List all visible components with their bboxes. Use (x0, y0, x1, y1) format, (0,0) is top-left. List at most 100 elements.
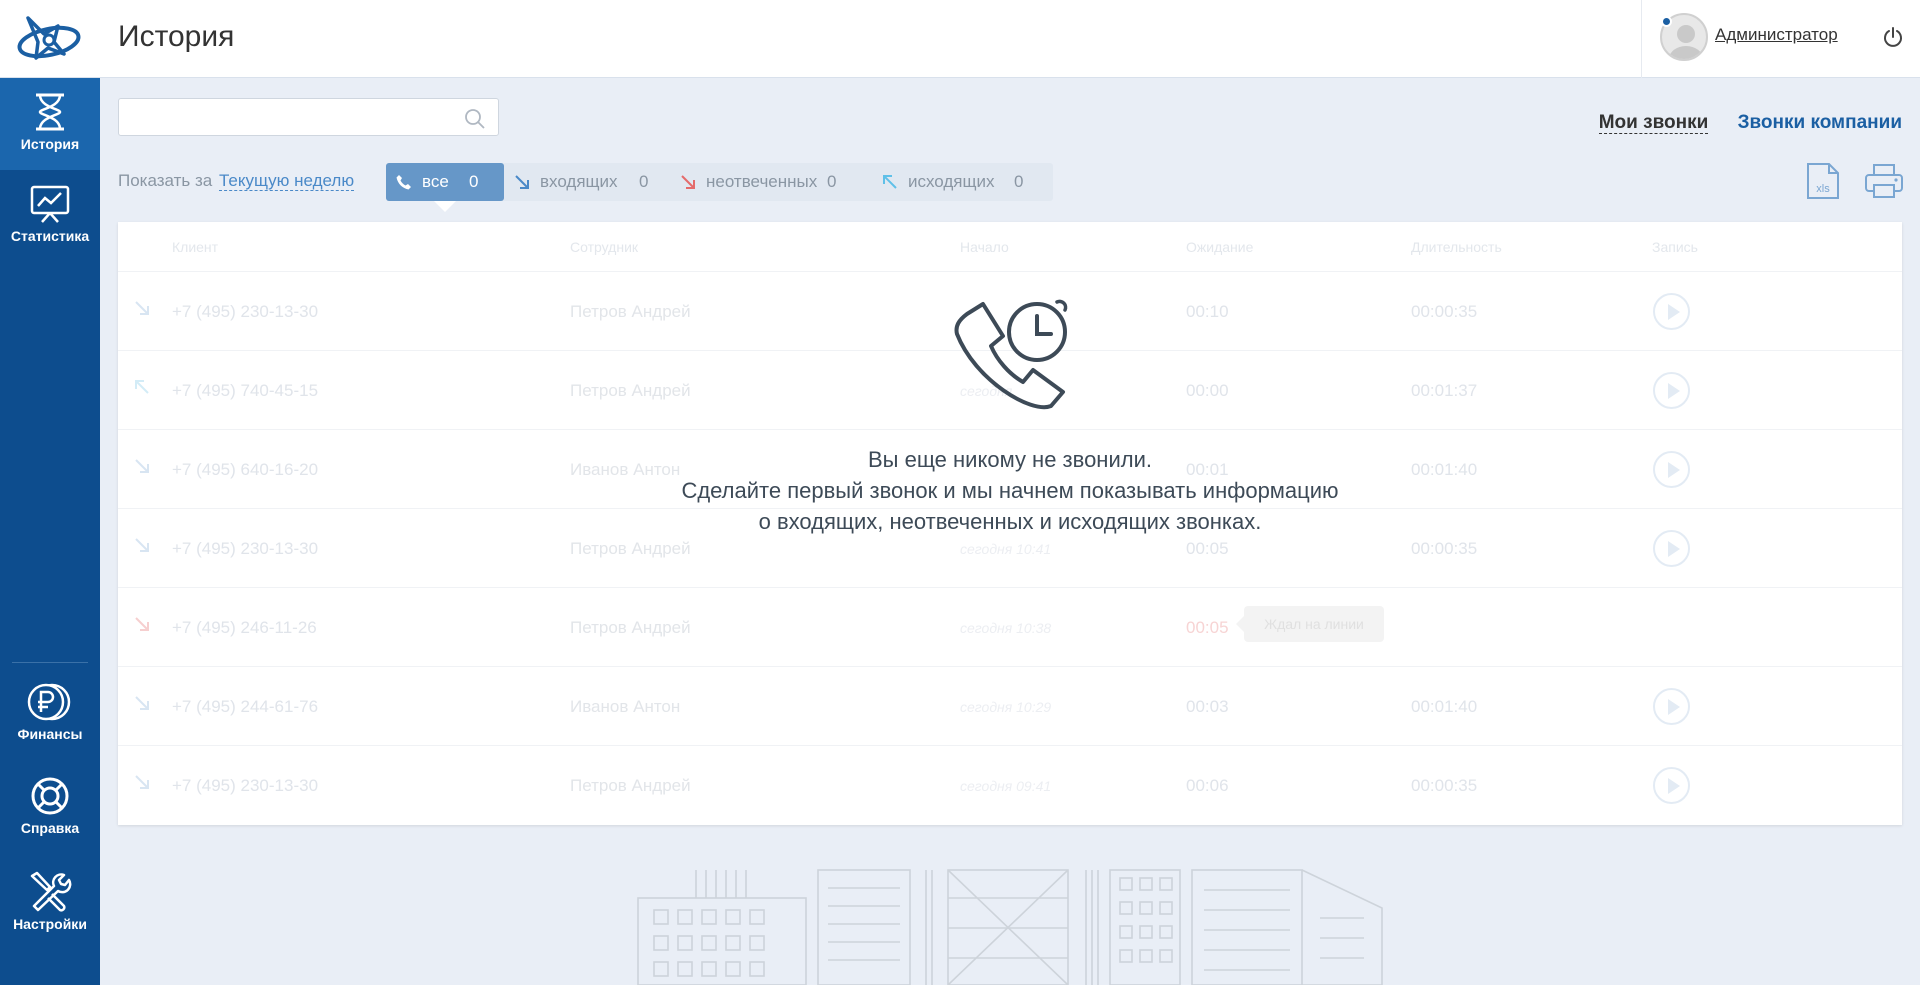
ruble-icon (27, 683, 71, 721)
xls-label: xls (1816, 183, 1830, 195)
play-record-icon[interactable] (1653, 451, 1690, 488)
filter-incoming[interactable]: входящих 0 (510, 163, 660, 201)
call-start: сегодня 10:41 (960, 541, 1052, 557)
period-selector: Показать за Текущую неделю (118, 171, 355, 191)
sidebar-item-help[interactable]: Справка (0, 762, 100, 854)
wait-time: 00:05 (1186, 539, 1229, 558)
search-icon[interactable] (464, 108, 486, 130)
sidebar-item-finance[interactable]: Финансы (0, 668, 100, 760)
filter-count: 0 (639, 172, 649, 191)
tab-my-calls[interactable]: Мои звонки (1598, 112, 1709, 134)
filter-all[interactable]: все 0 (386, 163, 504, 201)
scope-tabs: Мои звонки Звонки компании (1598, 112, 1902, 134)
incoming-arrow-icon (135, 459, 149, 473)
logo-icon[interactable] (14, 12, 84, 66)
call-duration: 00:00:35 (1411, 776, 1478, 795)
empty-state-message: Вы еще никому не звонили. Сделайте первы… (560, 444, 1460, 537)
period-label: Показать за (118, 171, 213, 190)
sidebar-item-label: История (20, 136, 80, 152)
lifebuoy-icon (31, 777, 69, 815)
page-title: История (118, 20, 235, 53)
client-phone: +7 (495) 740-45-15 (172, 381, 319, 400)
phone-clock-icon (954, 299, 1068, 410)
search-box (118, 98, 499, 136)
hourglass-icon (36, 93, 64, 131)
city-illustration (637, 869, 1383, 985)
wait-time: 00:03 (1186, 697, 1229, 716)
table-row[interactable]: +7 (495) 244-61-76 Иванов Антон сегодня … (118, 667, 1902, 746)
call-start: сегодня 10:29 (960, 699, 1052, 715)
client-phone: +7 (495) 244-61-76 (172, 697, 319, 716)
sidebar-item-label: Настройки (13, 916, 87, 932)
table-row[interactable]: +7 (495) 230-13-30 Петров Андрей сегодня… (118, 746, 1902, 825)
col-start: Начало (960, 239, 1009, 255)
export-xls-button[interactable]: xls (1806, 162, 1840, 205)
play-record-icon[interactable] (1653, 767, 1690, 804)
incoming-arrow-icon (135, 301, 149, 315)
filter-count: 0 (827, 172, 837, 191)
incoming-arrow-icon (515, 175, 529, 189)
user-area: Администратор (1641, 0, 1920, 78)
sidebar-item-history[interactable]: История (0, 78, 100, 170)
filter-missed[interactable]: неотвеченных 0 (680, 163, 850, 201)
play-record-icon[interactable] (1653, 372, 1690, 409)
tab-company-calls[interactable]: Звонки компании (1738, 112, 1902, 133)
filter-label: все (422, 172, 449, 191)
sidebar-divider (12, 662, 88, 663)
col-record: Запись (1652, 239, 1698, 255)
period-dropdown-link[interactable]: Текущую неделю (218, 171, 355, 191)
client-phone: +7 (495) 246-11-26 (172, 618, 317, 637)
incoming-arrow-icon (135, 775, 149, 789)
empty-state: Вы еще никому не звонили. Сделайте первы… (560, 290, 1460, 537)
col-client: Клиент (172, 239, 219, 255)
power-icon[interactable] (1882, 26, 1904, 48)
missed-arrow-icon (135, 617, 149, 631)
client-phone: +7 (495) 640-16-20 (172, 460, 319, 479)
filter-count: 0 (1014, 172, 1024, 191)
empty-line-2: Сделайте первый звонок и мы начнем показ… (681, 478, 1339, 503)
employee-name: Петров Андрей (570, 776, 691, 795)
status-dot-icon (1661, 16, 1672, 27)
tools-icon (30, 871, 72, 912)
sidebar-item-label: Статистика (10, 228, 90, 244)
print-button[interactable] (1864, 162, 1904, 205)
sidebar-item-statistics[interactable]: Статистика (0, 170, 100, 262)
table-row[interactable]: +7 (495) 246-11-26 Петров Андрей сегодня… (118, 588, 1902, 667)
empty-line-1: Вы еще никому не звонили. (867, 447, 1152, 472)
col-duration: Длительность (1411, 239, 1502, 255)
top-bar: История Администратор (0, 0, 1920, 78)
employee-name: Петров Андрей (570, 539, 691, 558)
user-name-link[interactable]: Администратор (1715, 25, 1838, 45)
call-duration: 00:01:40 (1411, 697, 1478, 716)
employee-name: Иванов Антон (570, 697, 681, 716)
waiting-tooltip: Ждал на линии (1236, 606, 1384, 642)
filter-label: исходящих (908, 172, 995, 191)
client-phone: +7 (495) 230-13-30 (172, 539, 319, 558)
xls-file-icon: xls (1807, 163, 1839, 199)
play-record-icon[interactable] (1653, 530, 1690, 567)
empty-line-3: о входящих, неотвеченных и исходящих зво… (758, 509, 1262, 534)
chart-board-icon (30, 185, 70, 223)
filter-label: неотвеченных (706, 172, 818, 191)
col-employee: Сотрудник (570, 239, 639, 255)
play-record-icon[interactable] (1653, 293, 1690, 330)
outgoing-arrow-icon (135, 380, 149, 394)
incoming-arrow-icon (135, 538, 149, 552)
printer-icon (1865, 164, 1903, 198)
client-phone: +7 (495) 230-13-30 (172, 776, 319, 795)
sidebar-item-settings[interactable]: Настройки (0, 856, 100, 948)
sidebar-item-label: Справка (20, 820, 80, 836)
sidebar: История Статистика Финансы Справка Настр… (0, 78, 100, 985)
filter-label: входящих (540, 172, 618, 191)
play-record-icon[interactable] (1653, 688, 1690, 725)
wait-time: 00:05 (1186, 618, 1229, 637)
missed-arrow-icon (681, 175, 695, 189)
incoming-arrow-icon (135, 696, 149, 710)
search-input[interactable] (119, 99, 439, 135)
call-start: сегодня 10:38 (960, 620, 1052, 636)
wait-time: 00:06 (1186, 776, 1229, 795)
sidebar-item-label: Финансы (17, 726, 83, 742)
filter-outgoing[interactable]: исходящих 0 (882, 163, 1042, 201)
filter-count: 0 (469, 172, 479, 191)
call-duration: 00:00:35 (1411, 539, 1478, 558)
